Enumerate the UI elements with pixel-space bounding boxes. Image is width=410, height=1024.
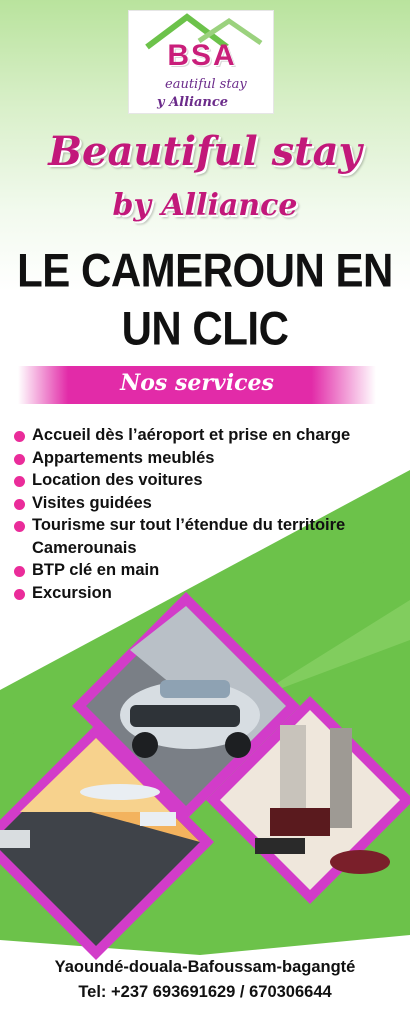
service-item: Visites guidées	[14, 492, 404, 515]
service-item: Tourisme sur tout l’étendue du territoir…	[14, 514, 404, 559]
bullet-dot-icon	[14, 498, 25, 510]
brand-logo: BSA eautiful stay y Alliance	[128, 10, 274, 114]
service-label: Visites guidées	[32, 493, 152, 512]
bullet-dot-icon	[14, 521, 25, 532]
logo-line-2: y Alliance	[157, 95, 229, 110]
service-item: Excursion	[14, 582, 404, 605]
brand-title: Beautiful stay	[48, 128, 362, 175]
services-banner-label: Nos services	[120, 370, 274, 396]
footer-cities: Yaoundé-douala-Bafoussam-bagangté	[54, 958, 356, 976]
services-banner: Nos services	[18, 366, 376, 404]
service-label: Appartements meublés	[32, 448, 215, 467]
bullet-dot-icon	[14, 431, 25, 442]
headline-line-1: LE CAMEROUN EN	[17, 244, 393, 297]
logo-line-1: eautiful stay	[165, 77, 247, 92]
footer-phone[interactable]: Tel: +237 693691629 / 670306644	[0, 983, 410, 1002]
service-item: Location des voitures	[14, 469, 404, 492]
service-label: BTP clé en main	[32, 561, 160, 579]
service-label: Excursion	[32, 583, 112, 602]
service-item: Accueil dès l’aéroport et prise en charg…	[14, 424, 404, 447]
service-item: Appartements meublés	[14, 447, 404, 470]
brand-subtitle: by Alliance	[112, 188, 298, 223]
bullet-dot-icon	[14, 566, 25, 577]
bullet-dot-icon	[14, 453, 25, 465]
bullet-dot-icon	[14, 476, 25, 487]
logo-mark: BSA	[167, 39, 237, 72]
service-label: Accueil dès l’aéroport et prise en charg…	[32, 426, 351, 444]
services-list: Accueil dès l’aéroport et prise en charg…	[14, 424, 404, 604]
service-label: Tourisme sur tout l’étendue du territoir…	[32, 516, 346, 557]
service-item: BTP clé en main	[14, 559, 404, 582]
service-label: Location des voitures	[32, 471, 203, 489]
headline-line-2: UN CLIC	[121, 302, 289, 355]
bullet-dot-icon	[14, 588, 25, 600]
